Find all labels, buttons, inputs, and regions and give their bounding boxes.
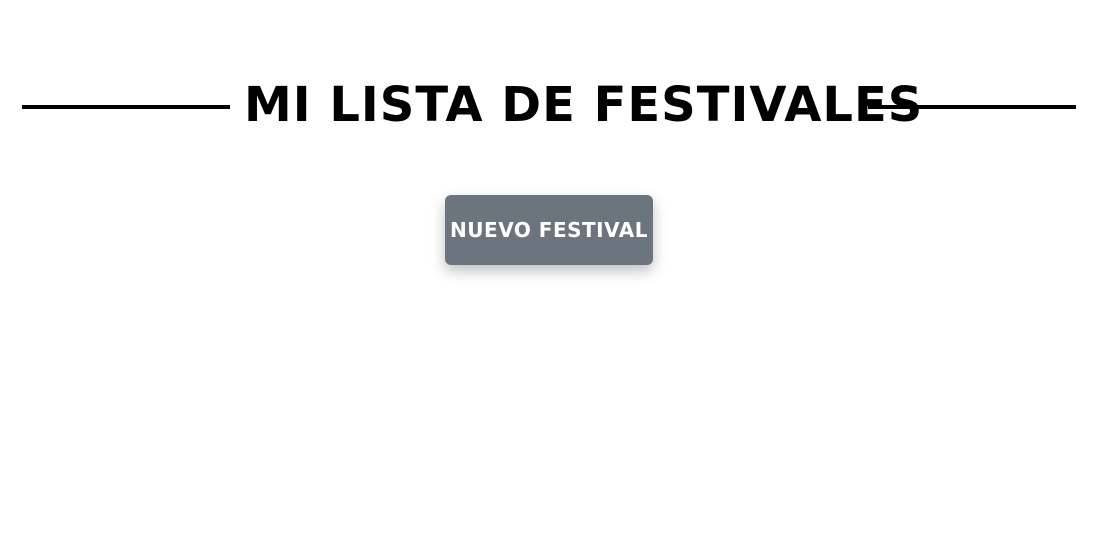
page-header: Mi lista de festivales: [0, 72, 1098, 138]
title-rule-right: [868, 105, 1076, 109]
title-rule-left: [22, 105, 230, 109]
new-festival-button[interactable]: Nuevo festival: [445, 195, 653, 265]
page-title: Mi lista de festivales: [244, 77, 924, 133]
